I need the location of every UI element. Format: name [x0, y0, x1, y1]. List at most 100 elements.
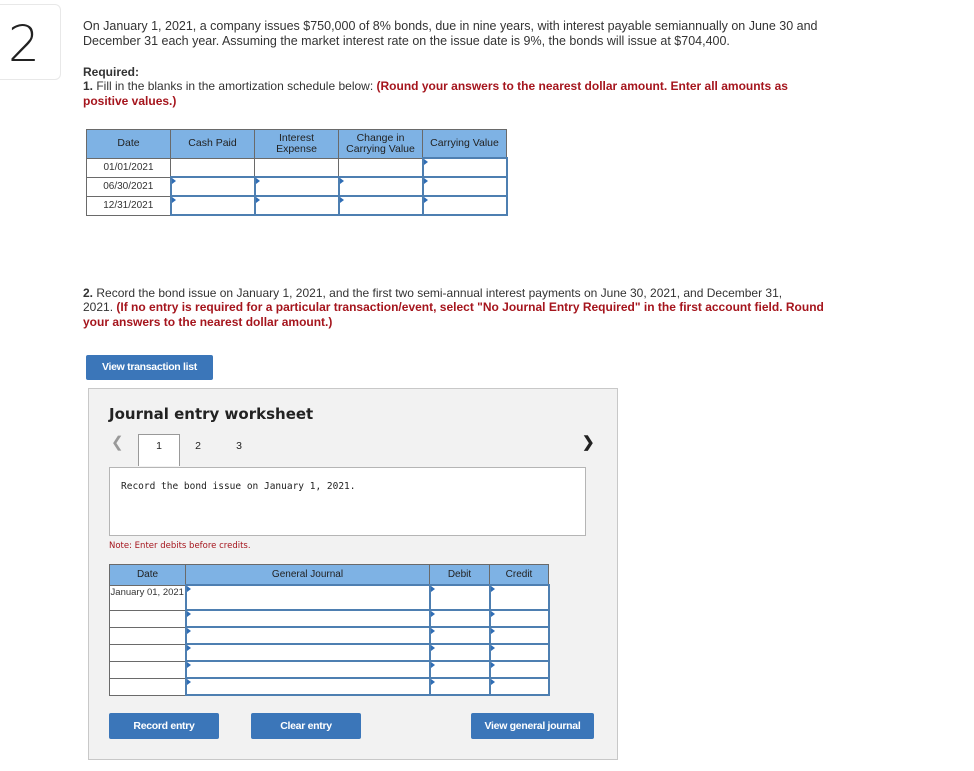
cash-paid-input[interactable]: [169, 176, 256, 197]
view-general-journal-button[interactable]: View general journal: [471, 713, 594, 739]
amortization-schedule: Date Cash Paid Interest Expense Change in…: [86, 129, 508, 216]
tab-3[interactable]: 3: [219, 435, 259, 466]
input-marker-icon: [430, 611, 435, 617]
part1-instruction: 1. Fill in the blanks in the amortizatio…: [83, 79, 788, 94]
input-marker-icon: [490, 679, 495, 685]
part1-text: Fill in the blanks in the amortization s…: [93, 79, 377, 93]
transaction-description-box: Record the bond issue on January 1, 2021…: [109, 467, 586, 536]
journal-row: January 01, 2021: [109, 584, 550, 611]
header-date: Date: [109, 564, 186, 586]
input-marker-icon: [186, 586, 191, 592]
journal-row: [109, 626, 550, 645]
view-transaction-list-button[interactable]: View transaction list: [86, 355, 213, 380]
carrying-value-input[interactable]: [421, 195, 508, 216]
cash-paid-input[interactable]: [169, 195, 256, 216]
clear-entry-button[interactable]: Clear entry: [251, 713, 361, 739]
tab-1[interactable]: 1: [138, 434, 180, 466]
journal-entry-worksheet: Journal entry worksheet ❮ 1 2 3 ❯ Record…: [88, 388, 618, 760]
input-marker-icon: [490, 628, 495, 634]
record-entry-button[interactable]: Record entry: [109, 713, 219, 739]
journal-row: [109, 677, 550, 696]
input-marker-icon: [430, 645, 435, 651]
input-marker-icon: [430, 586, 435, 592]
journal-row: [109, 660, 550, 679]
part2-instruction-cont: 2021. (If no entry is required for a par…: [83, 300, 824, 315]
journal-row: [109, 609, 550, 628]
header-interest-expense: Interest Expense: [254, 129, 339, 159]
input-marker-icon: [255, 178, 260, 184]
part1-rounding-note: (Round your answers to the nearest dolla…: [376, 79, 788, 93]
debit-input[interactable]: [428, 626, 491, 645]
journal-row: [109, 643, 550, 662]
debit-input[interactable]: [428, 660, 491, 679]
change-cell: [338, 157, 423, 178]
input-marker-icon: [490, 586, 495, 592]
chevron-left-icon[interactable]: ❮: [111, 433, 124, 451]
account-select[interactable]: [184, 660, 431, 679]
journal-date: [109, 609, 186, 628]
credit-input[interactable]: [488, 609, 550, 628]
debit-input[interactable]: [428, 609, 491, 628]
worksheet-title: Journal entry worksheet: [109, 405, 314, 423]
debits-note: Note: Enter debits before credits.: [109, 541, 251, 551]
question-number: 2: [8, 15, 40, 73]
cash-paid-cell: [170, 157, 255, 178]
debit-input[interactable]: [428, 584, 491, 611]
journal-header-row: Date General Journal Debit Credit: [109, 564, 549, 586]
input-marker-icon: [339, 197, 344, 203]
change-input[interactable]: [337, 195, 424, 216]
tab-2[interactable]: 2: [178, 435, 218, 466]
input-marker-icon: [186, 679, 191, 685]
input-marker-icon: [490, 645, 495, 651]
row-date: 06/30/2021: [86, 176, 171, 197]
input-marker-icon: [490, 611, 495, 617]
general-journal-table: Date General Journal Debit Credit Januar…: [109, 564, 550, 696]
credit-input[interactable]: [488, 643, 550, 662]
input-marker-icon: [186, 662, 191, 668]
input-marker-icon: [490, 662, 495, 668]
required-label: Required:: [83, 65, 140, 79]
account-select[interactable]: [184, 643, 431, 662]
debit-input[interactable]: [428, 643, 491, 662]
amortization-header-row: Date Cash Paid Interest Expense Change in…: [86, 129, 507, 159]
part1-number: 1.: [83, 79, 94, 93]
part2-text: Record the bond issue on January 1, 2021…: [93, 286, 783, 300]
row-date: 12/31/2021: [86, 195, 171, 216]
credit-input[interactable]: [488, 626, 550, 645]
part1-rounding-note-cont: positive values.): [83, 94, 177, 108]
account-select[interactable]: [184, 677, 431, 696]
credit-input[interactable]: [488, 677, 550, 696]
account-select[interactable]: [184, 609, 431, 628]
header-credit: Credit: [489, 564, 549, 586]
interest-expense-cell: [254, 157, 339, 178]
chevron-right-icon[interactable]: ❯: [582, 433, 595, 451]
interest-expense-input[interactable]: [253, 195, 340, 216]
journal-date: [109, 626, 186, 645]
carrying-value-input[interactable]: [421, 157, 508, 178]
input-marker-icon: [423, 159, 428, 165]
transaction-description: Record the bond issue on January 1, 2021…: [121, 481, 356, 492]
input-marker-icon: [423, 178, 428, 184]
input-marker-icon: [171, 178, 176, 184]
interest-expense-input[interactable]: [253, 176, 340, 197]
carrying-value-input[interactable]: [421, 176, 508, 197]
header-carrying-value: Carrying Value: [422, 129, 507, 159]
part2-note: (If no entry is required for a particula…: [116, 300, 824, 314]
input-marker-icon: [339, 178, 344, 184]
input-marker-icon: [430, 628, 435, 634]
account-select[interactable]: [184, 584, 431, 611]
input-marker-icon: [186, 645, 191, 651]
change-input[interactable]: [337, 176, 424, 197]
amortization-row: 06/30/2021: [86, 176, 508, 197]
part2-text-cont: 2021.: [83, 300, 117, 314]
journal-date: [109, 643, 186, 662]
credit-input[interactable]: [488, 584, 550, 611]
journal-date: [109, 660, 186, 679]
account-select[interactable]: [184, 626, 431, 645]
header-change-carrying-value: Change in Carrying Value: [338, 129, 423, 159]
part2-number: 2.: [83, 286, 94, 300]
input-marker-icon: [430, 662, 435, 668]
debit-input[interactable]: [428, 677, 491, 696]
problem-text-line2: December 31 each year. Assuming the mark…: [83, 34, 730, 48]
credit-input[interactable]: [488, 660, 550, 679]
